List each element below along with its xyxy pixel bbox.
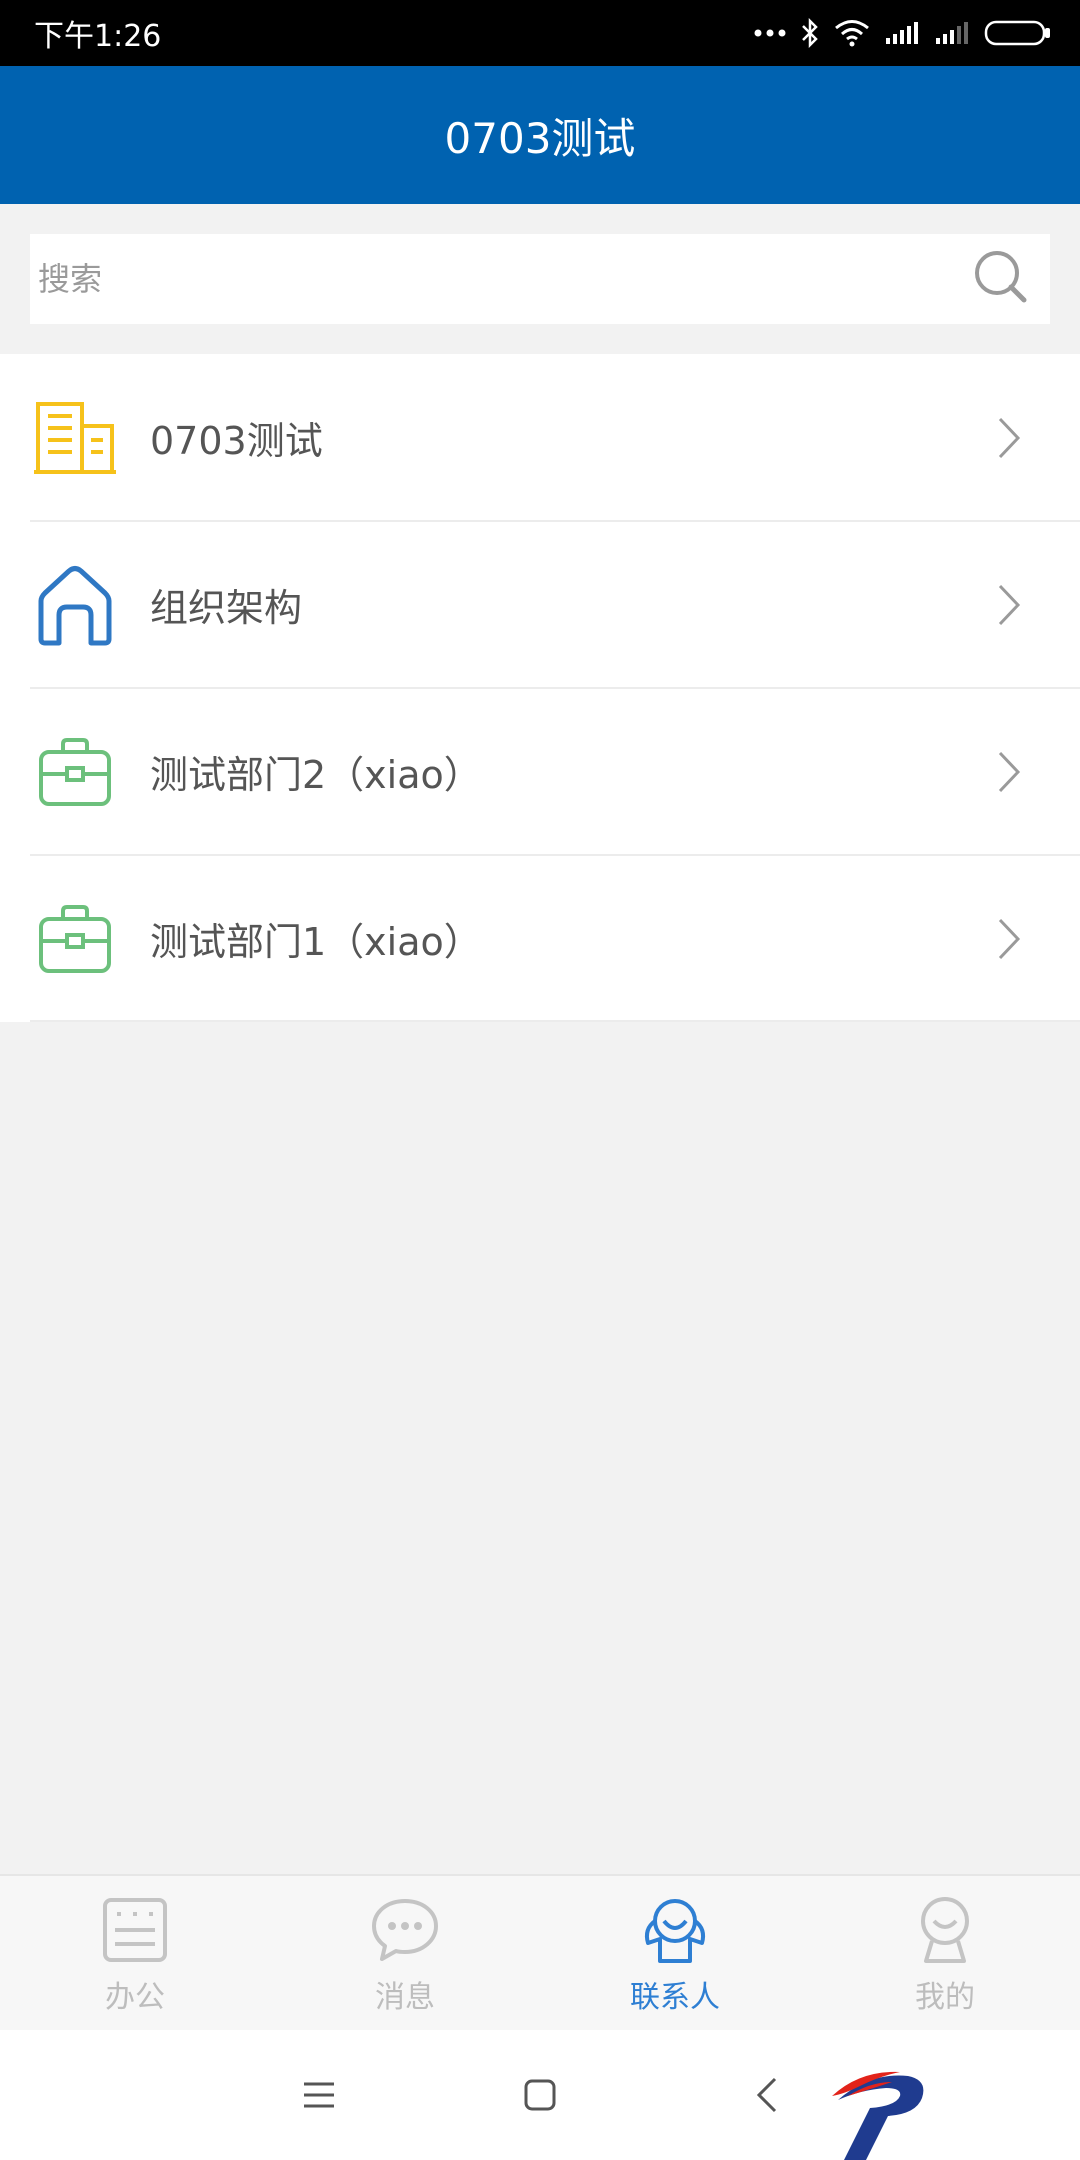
search-icon[interactable] — [972, 248, 1030, 310]
page-title: 0703测试 — [444, 113, 636, 163]
list-item[interactable]: 0703测试 — [0, 354, 1080, 521]
home-icon[interactable] — [505, 2060, 575, 2130]
divider — [30, 1020, 1080, 1022]
battery-icon — [984, 19, 1052, 47]
bottom-tab-bar: 办公 消息 联系人 我的 — [0, 1874, 1080, 2030]
status-time: 下午1:26 — [34, 19, 162, 54]
list-item-label: 测试部门1（xiao） — [150, 920, 482, 964]
list-item-label: 0703测试 — [150, 419, 323, 463]
back-icon[interactable] — [732, 2060, 802, 2130]
chevron-right-icon — [994, 748, 1024, 796]
briefcase-icon — [30, 727, 120, 817]
status-icons — [754, 18, 1052, 48]
office-icon — [99, 1894, 171, 1966]
menu-icon[interactable] — [284, 2060, 354, 2130]
more-dots-icon — [754, 28, 786, 38]
bluetooth-icon — [800, 18, 820, 48]
status-bar: 下午1:26 — [0, 0, 1080, 66]
chevron-right-icon — [994, 915, 1024, 963]
chat-icon — [369, 1894, 441, 1966]
chevron-right-icon — [994, 581, 1024, 629]
building-icon — [30, 393, 120, 483]
app-header: 0703测试 — [0, 66, 1080, 204]
wifi-icon — [834, 19, 870, 47]
search-input[interactable] — [38, 260, 972, 298]
tab-messages[interactable]: 消息 — [270, 1876, 540, 2030]
profile-icon — [909, 1894, 981, 1966]
signal-icon — [884, 20, 920, 46]
list-item[interactable]: 组织架构 — [0, 521, 1080, 688]
house-icon — [30, 560, 120, 650]
list-item-label: 测试部门2（xiao） — [150, 753, 482, 797]
contact-list: 0703测试 组织架构 测试部门2（xiao） 测试部门1（xiao） — [0, 354, 1080, 1022]
brand-logo — [832, 2071, 924, 2160]
tab-office[interactable]: 办公 — [0, 1876, 270, 2030]
tab-label: 联系人 — [630, 1980, 720, 2015]
search-bar[interactable] — [30, 234, 1050, 324]
tab-contacts[interactable]: 联系人 — [540, 1876, 810, 2030]
list-item[interactable]: 测试部门1（xiao） — [0, 855, 1080, 1022]
list-item-label: 组织架构 — [150, 586, 303, 630]
signal-2-icon — [934, 20, 970, 46]
contacts-icon — [639, 1894, 711, 1966]
tab-label: 消息 — [375, 1980, 435, 2015]
briefcase-icon — [30, 894, 120, 984]
tab-me[interactable]: 我的 — [810, 1876, 1080, 2030]
tab-label: 办公 — [105, 1980, 165, 2015]
list-item[interactable]: 测试部门2（xiao） — [0, 688, 1080, 855]
tab-label: 我的 — [915, 1980, 975, 2015]
chevron-right-icon — [994, 414, 1024, 462]
